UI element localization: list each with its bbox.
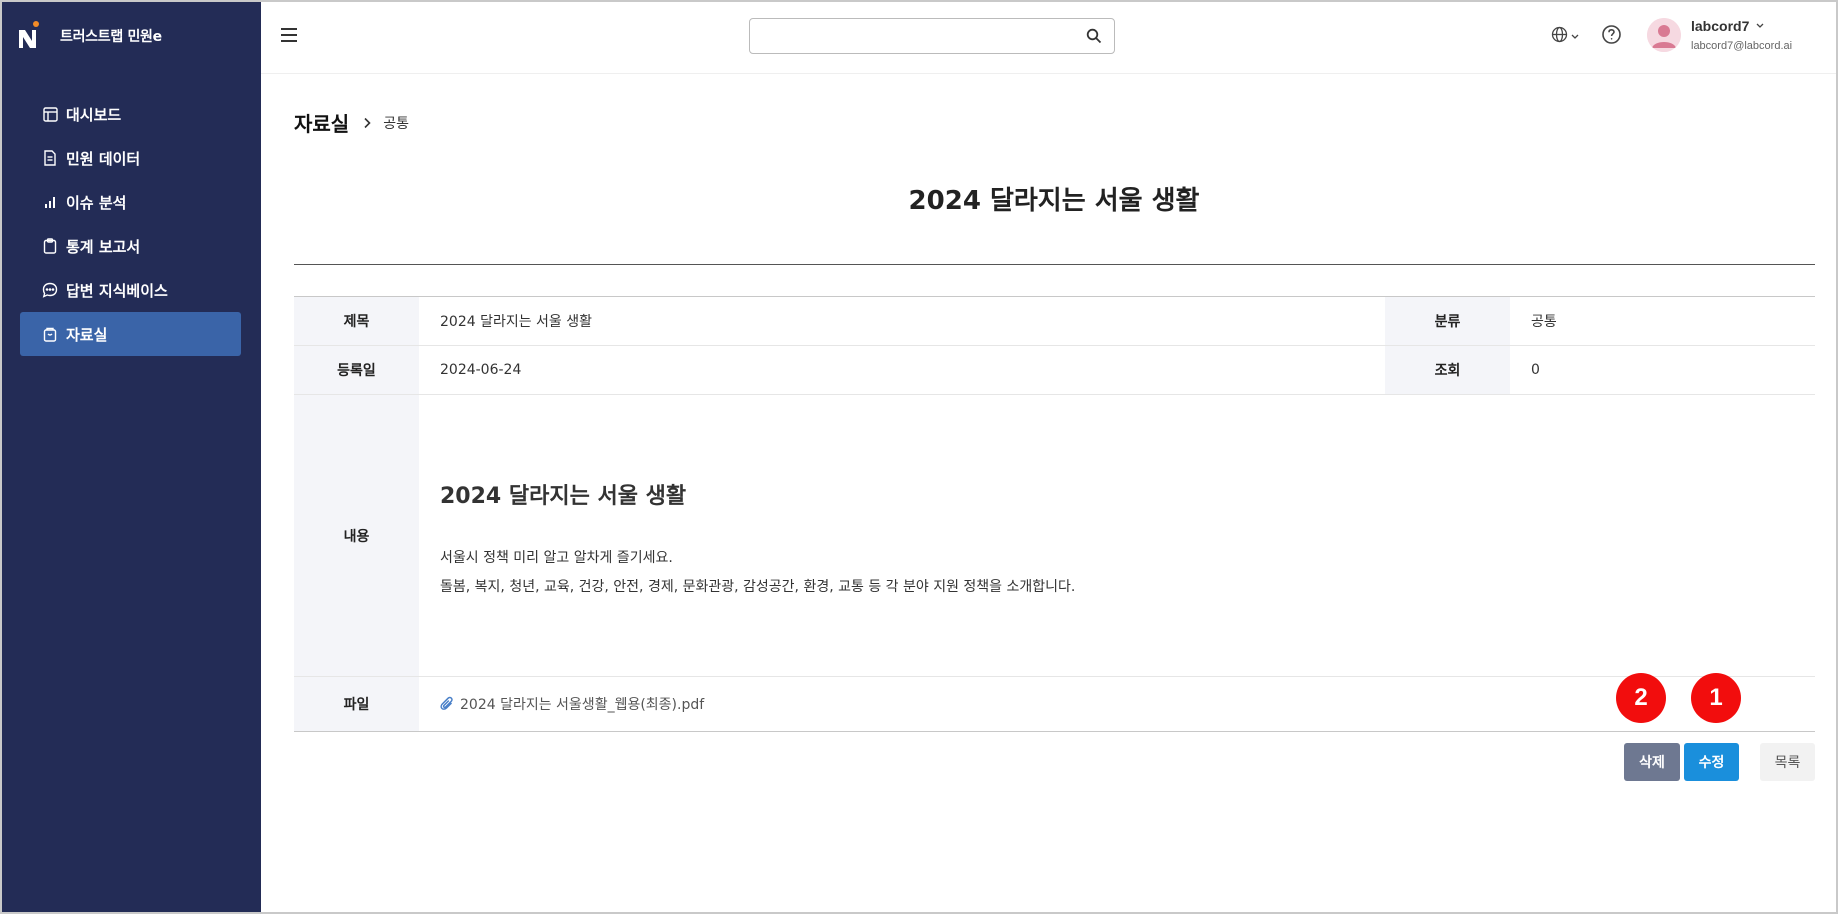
content-heading: 2024 달라지는 서울 생활 (440, 483, 687, 509)
annotation-badge-2: 2 (1616, 673, 1666, 723)
views-label: 조회 (1385, 346, 1510, 394)
app-name: 트러스트랩 민원e (60, 29, 162, 45)
top-header: labcord7 labcord7@labcord.ai (261, 2, 1836, 74)
breadcrumb-root[interactable]: 자료실 (294, 108, 349, 137)
list-button[interactable]: 목록 (1760, 743, 1815, 781)
user-name: labcord7 (1691, 18, 1750, 34)
sidebar-item-label: 자료실 (66, 325, 108, 344)
sidebar-item-label: 민원 데이터 (66, 149, 141, 168)
views-value: 0 (1531, 362, 1540, 378)
help-icon[interactable] (1601, 24, 1622, 49)
sidebar-item-label: 통계 보고서 (66, 237, 141, 256)
attachment-filename: 2024 달라지는 서울생활_웹용(최종).pdf (460, 697, 705, 713)
content-paragraph: 서울시 정책 미리 알고 알차게 즐기세요. (440, 549, 673, 566)
sidebar-item-label: 대시보드 (66, 105, 122, 124)
table-row: 내용 2024 달라지는 서울 생활 서울시 정책 미리 알고 알차게 즐기세요… (294, 395, 1815, 677)
sidebar-item-issue-analysis[interactable]: 이슈 분석 (20, 180, 241, 224)
chevron-down-icon (1571, 34, 1579, 40)
user-email: labcord7@labcord.ai (1691, 40, 1793, 52)
table-row: 제목 2024 달라지는 서울 생활 분류 공통 (294, 297, 1815, 346)
language-selector[interactable] (1551, 26, 1579, 47)
sidebar-item-statistics-report[interactable]: 통계 보고서 (20, 224, 241, 268)
logo-icon (16, 20, 42, 52)
sidebar-item-label: 이슈 분석 (66, 193, 127, 212)
app-logo[interactable]: 트러스트랩 민원e (16, 20, 162, 52)
category-label: 분류 (1385, 297, 1510, 345)
clipboard-icon (42, 238, 58, 254)
search-input[interactable] (750, 19, 1070, 53)
annotation-badge-1: 1 (1691, 673, 1741, 723)
globe-icon (1551, 26, 1568, 47)
chevron-down-icon (1756, 23, 1764, 29)
content-paragraph: 돌봄, 복지, 청년, 교육, 건강, 안전, 경제, 문화관광, 감성공간, … (440, 578, 1076, 595)
sidebar-item-answer-knowledge-base[interactable]: 답변 지식베이스 (20, 268, 241, 312)
bar-chart-icon (42, 194, 58, 210)
avatar[interactable] (1647, 18, 1681, 52)
date-label: 등록일 (294, 346, 419, 394)
search-icon[interactable] (1086, 28, 1102, 48)
content-label: 내용 (294, 395, 419, 676)
sidebar-item-complaint-data[interactable]: 민원 데이터 (20, 136, 241, 180)
post-detail-table: 제목 2024 달라지는 서울 생활 분류 공통 등록일 2024-06-24 … (294, 296, 1815, 732)
chat-bubble-icon (42, 282, 58, 298)
category-value: 공통 (1531, 314, 1557, 330)
sidebar-nav: 대시보드 민원 데이터 이슈 분석 통계 보고서 답변 지식베이스 자료실 (20, 92, 241, 356)
page-title: 2024 달라지는 서울 생활 (908, 186, 1200, 216)
breadcrumb: 자료실 공통 (294, 108, 409, 137)
archive-box-icon (42, 326, 58, 342)
title-value: 2024 달라지는 서울 생활 (440, 314, 593, 330)
divider (294, 264, 1815, 265)
sidebar-item-dashboard[interactable]: 대시보드 (20, 92, 241, 136)
edit-button[interactable]: 수정 (1684, 743, 1739, 781)
document-icon (42, 150, 58, 166)
delete-button[interactable]: 삭제 (1624, 743, 1680, 781)
date-value: 2024-06-24 (440, 362, 522, 378)
hamburger-menu-icon[interactable] (281, 28, 297, 42)
table-row: 파일 2024 달라지는 서울생활_웹용(최종).pdf (294, 677, 1815, 731)
search-box (749, 18, 1115, 54)
sidebar-item-archive[interactable]: 자료실 (20, 312, 241, 356)
breadcrumb-current: 공통 (383, 115, 409, 132)
file-cell: 2024 달라지는 서울생활_웹용(최종).pdf (419, 677, 1815, 731)
chevron-right-icon (363, 117, 371, 129)
content-body: 2024 달라지는 서울 생활 서울시 정책 미리 알고 알차게 즐기세요. 돌… (419, 395, 1815, 676)
user-menu[interactable]: labcord7 (1691, 18, 1764, 34)
sidebar: 트러스트랩 민원e 대시보드 민원 데이터 이슈 분석 통계 보고서 답변 지식… (2, 2, 261, 912)
paperclip-icon (440, 696, 454, 712)
title-label: 제목 (294, 297, 419, 345)
dashboard-icon (42, 106, 58, 122)
sidebar-item-label: 답변 지식베이스 (66, 281, 168, 300)
file-label: 파일 (294, 677, 419, 731)
attachment-link[interactable]: 2024 달라지는 서울생활_웹용(최종).pdf (440, 694, 704, 714)
table-row: 등록일 2024-06-24 조회 0 (294, 346, 1815, 395)
